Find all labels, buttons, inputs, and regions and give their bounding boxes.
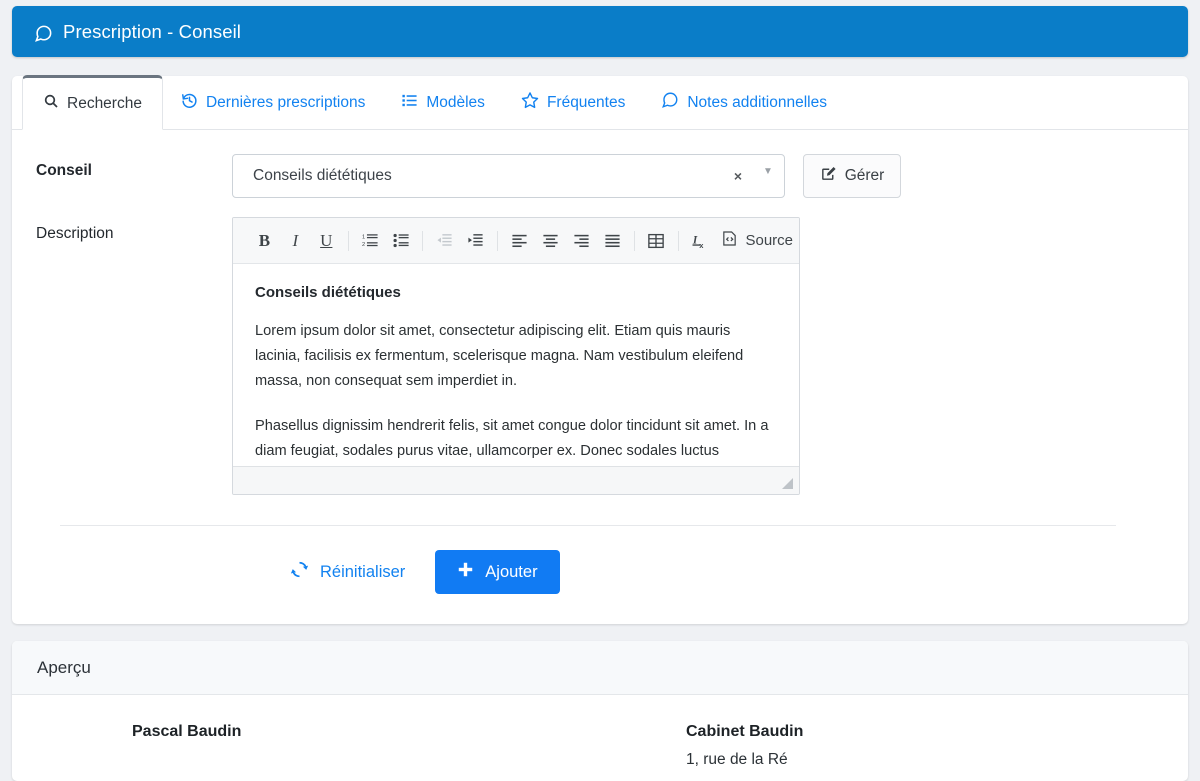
tab-label: Dernières prescriptions	[205, 93, 366, 111]
pen-square-icon	[820, 165, 837, 187]
preview-header: Aperçu	[12, 641, 1188, 695]
tab-dernieres-prescriptions[interactable]: Dernières prescriptions	[163, 76, 383, 129]
tab-label: Modèles	[426, 93, 485, 111]
align-right-icon[interactable]	[566, 226, 597, 256]
clear-icon[interactable]: ×	[724, 168, 752, 184]
preview-patient-name: Pascal Baudin	[132, 723, 242, 740]
tab-modeles[interactable]: Modèles	[383, 76, 503, 129]
conseil-select-value: Conseils diététiques	[253, 167, 392, 184]
chevron-down-icon[interactable]: ▼	[752, 166, 784, 177]
outdent-icon	[429, 226, 460, 256]
toolbar-divider	[633, 230, 635, 251]
star-icon	[521, 91, 539, 114]
preview-practice-block: Cabinet Baudin 1, rue de la Ré	[568, 723, 1124, 769]
description-label: Description	[36, 225, 114, 242]
reset-button-label: Réinitialiser	[320, 562, 406, 581]
preview-card: Aperçu Pascal Baudin Cabinet Baudin 1, r…	[12, 641, 1188, 781]
refresh-icon	[290, 560, 309, 584]
bulleted-list-icon[interactable]	[386, 226, 417, 256]
preview-body: Pascal Baudin Cabinet Baudin 1, rue de l…	[12, 695, 1188, 769]
indent-icon[interactable]	[460, 226, 491, 256]
toolbar-divider	[422, 230, 424, 251]
preview-practice-name: Cabinet Baudin	[686, 723, 804, 740]
editor-paragraph: Phasellus dignissim hendrerit felis, sit…	[255, 418, 769, 459]
remove-format-icon[interactable]: I x	[685, 226, 716, 256]
tab-label: Fréquentes	[546, 93, 626, 111]
toolbar-divider	[497, 230, 499, 251]
table-icon[interactable]	[641, 226, 672, 256]
toolbar-divider	[677, 230, 679, 251]
manage-button-label: Gérer	[844, 167, 885, 184]
form-body: Conseil Conseils diététiques × ▼ Gérer D…	[12, 130, 1188, 594]
page-title: Prescription - Conseil	[63, 20, 242, 42]
numbered-list-icon[interactable]: 1 2	[355, 226, 386, 256]
preview-patient-block: Pascal Baudin	[12, 723, 568, 769]
tab-frequentes[interactable]: Fréquentes	[503, 76, 643, 129]
source-button-label: Source	[745, 232, 793, 249]
tabstrip: Recherche Dernières prescriptions Modèle…	[12, 75, 1188, 130]
tab-recherche[interactable]: Recherche	[22, 75, 163, 130]
source-code-icon	[721, 230, 738, 251]
add-button-label: Ajouter	[485, 562, 538, 581]
comment-icon	[34, 24, 53, 43]
search-icon	[43, 93, 59, 114]
description-row: Description B I U 1 2 I x Source Conseil…	[36, 217, 1152, 495]
manage-button[interactable]: Gérer	[803, 154, 901, 198]
editor-content[interactable]: Conseils diététiques Lorem ipsum dolor s…	[233, 264, 799, 466]
underline-icon[interactable]: U	[311, 226, 342, 256]
tab-notes-additionnelles[interactable]: Notes additionnelles	[643, 76, 845, 129]
tab-label: Notes additionnelles	[687, 93, 827, 111]
rich-text-editor: B I U 1 2 I x Source Conseils diététique…	[232, 217, 800, 495]
align-left-icon[interactable]	[504, 226, 535, 256]
italic-icon[interactable]: I	[280, 226, 311, 256]
add-button[interactable]: Ajouter	[435, 550, 560, 594]
svg-text:1: 1	[362, 234, 365, 240]
source-button[interactable]: Source	[715, 226, 799, 256]
preview-practice-sub: 1, rue de la Ré	[686, 751, 788, 768]
section-divider	[60, 525, 1116, 526]
conseil-select[interactable]: Conseils diététiques × ▼	[232, 154, 785, 198]
list-icon	[401, 92, 418, 114]
editor-toolbar: B I U 1 2 I x Source	[233, 218, 799, 264]
page-header: Prescription - Conseil	[12, 6, 1188, 57]
bold-icon[interactable]: B	[249, 226, 280, 256]
svg-text:2: 2	[362, 242, 365, 248]
svg-text:x: x	[699, 240, 704, 249]
editor-paragraph: Lorem ipsum dolor sit amet, consectetur …	[255, 323, 744, 389]
conseil-row: Conseil Conseils diététiques × ▼ Gérer	[36, 154, 1152, 198]
comment-icon	[661, 91, 679, 114]
conseil-label: Conseil	[36, 162, 92, 179]
preview-title: Aperçu	[37, 657, 91, 677]
align-center-icon[interactable]	[535, 226, 566, 256]
editor-heading: Conseils diététiques	[255, 284, 401, 301]
main-card: Recherche Dernières prescriptions Modèle…	[12, 75, 1188, 624]
tab-label: Recherche	[67, 94, 142, 112]
resize-handle[interactable]	[782, 478, 793, 489]
reset-button[interactable]: Réinitialiser	[278, 550, 417, 594]
align-justify-icon[interactable]	[597, 226, 628, 256]
form-actions: Réinitialiser Ajouter	[36, 550, 1152, 594]
plus-icon	[457, 561, 474, 583]
toolbar-divider	[347, 230, 349, 251]
editor-footer	[233, 466, 799, 494]
history-icon	[181, 92, 198, 114]
